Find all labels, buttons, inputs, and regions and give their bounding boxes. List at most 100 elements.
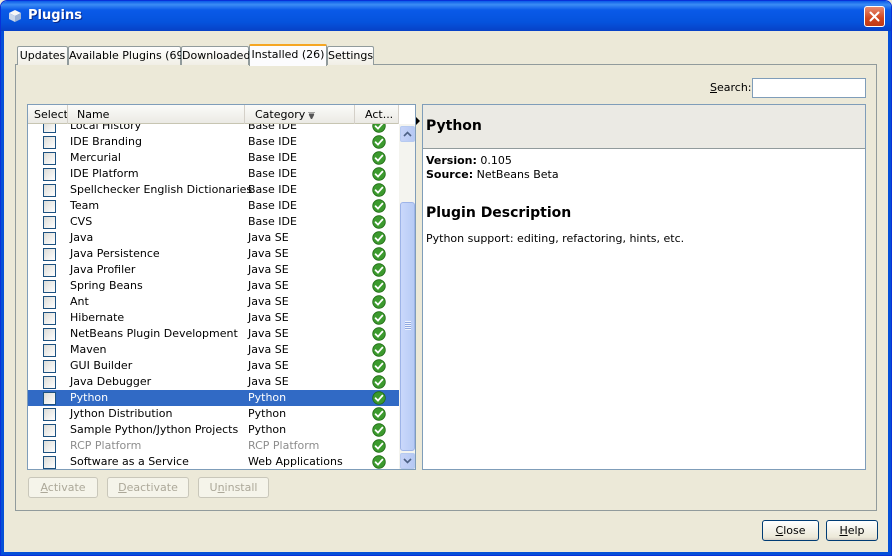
deactivate-button[interactable]: Deactivate xyxy=(107,477,189,498)
select-checkbox[interactable] xyxy=(43,456,56,469)
green-check-icon xyxy=(372,327,386,341)
plugin-name: Jython Distribution xyxy=(70,407,173,420)
plugin-category: Base IDE xyxy=(248,215,297,228)
plugin-category: Base IDE xyxy=(248,199,297,212)
select-checkbox[interactable] xyxy=(43,200,56,213)
plugin-name: RCP Platform xyxy=(70,439,142,452)
tab-downloaded[interactable]: Downloaded xyxy=(181,46,250,65)
green-check-icon xyxy=(372,391,386,405)
select-checkbox[interactable] xyxy=(43,152,56,165)
column-header-name[interactable]: Name xyxy=(68,105,245,124)
table-row[interactable]: Java Java SE xyxy=(28,230,399,246)
select-checkbox[interactable] xyxy=(43,124,56,133)
select-checkbox[interactable] xyxy=(43,280,56,293)
chevron-up-icon xyxy=(403,131,412,137)
select-checkbox[interactable] xyxy=(43,296,56,309)
scroll-thumb[interactable] xyxy=(400,202,415,451)
tab-available-plugins[interactable]: Available Plugins (69) xyxy=(68,46,188,65)
green-check-icon xyxy=(372,135,386,149)
select-checkbox[interactable] xyxy=(43,312,56,325)
select-checkbox[interactable] xyxy=(43,392,56,405)
green-check-icon xyxy=(372,151,386,165)
green-check-icon xyxy=(372,215,386,229)
column-header-active[interactable]: Act... xyxy=(355,105,399,124)
activate-button[interactable]: Activate xyxy=(28,477,98,498)
select-checkbox[interactable] xyxy=(43,264,56,277)
collapse-arrow-icon xyxy=(416,117,420,125)
column-header-select[interactable]: Select xyxy=(28,105,68,124)
select-checkbox[interactable] xyxy=(43,184,56,197)
green-check-icon xyxy=(372,295,386,309)
table-row[interactable]: IDE Branding Base IDE xyxy=(28,134,399,150)
plugin-detail-panel: Python Version: 0.105 Source: NetBeans B… xyxy=(422,104,866,470)
table-row[interactable]: Team Base IDE xyxy=(28,198,399,214)
select-checkbox[interactable] xyxy=(43,216,56,229)
title-bar[interactable]: Plugins xyxy=(1,1,891,31)
select-checkbox[interactable] xyxy=(43,408,56,421)
plugin-category: Java SE xyxy=(248,279,289,292)
plugin-name: Sample Python/Jython Projects xyxy=(70,423,239,436)
table-row[interactable]: Spellchecker English Dictionaries Base ID… xyxy=(28,182,399,198)
column-header-category[interactable]: Category xyxy=(245,105,355,124)
help-button[interactable]: Help xyxy=(826,520,878,541)
select-checkbox[interactable] xyxy=(43,440,56,453)
select-checkbox[interactable] xyxy=(43,328,56,341)
table-row[interactable]: Maven Java SE xyxy=(28,342,399,358)
uninstall-button[interactable]: Uninstall xyxy=(198,477,269,498)
table-row[interactable]: Mercurial Base IDE xyxy=(28,150,399,166)
select-checkbox[interactable] xyxy=(43,232,56,245)
tab-updates[interactable]: Updates xyxy=(17,46,68,65)
close-button[interactable]: Close xyxy=(762,520,819,541)
green-check-icon xyxy=(372,343,386,357)
plugin-category: Base IDE xyxy=(248,167,297,180)
table-row[interactable]: Ant Java SE xyxy=(28,294,399,310)
source-label: Source: xyxy=(426,168,474,181)
table-row[interactable]: Sample Python/Jython Projects Python xyxy=(28,422,399,438)
table-row[interactable]: Software as a Service Web Applications xyxy=(28,454,399,469)
table-row[interactable]: Spring Beans Java SE xyxy=(28,278,399,294)
table-row[interactable]: Java Debugger Java SE xyxy=(28,374,399,390)
table-row[interactable]: Local History Base IDE xyxy=(28,124,399,134)
table-row[interactable]: IDE Platform Base IDE xyxy=(28,166,399,182)
close-x-icon xyxy=(869,11,880,22)
select-checkbox[interactable] xyxy=(43,376,56,389)
table-row[interactable]: NetBeans Plugin Development Java SE xyxy=(28,326,399,342)
table-scrollbar[interactable] xyxy=(399,124,415,469)
plugin-name: Java xyxy=(70,231,94,244)
table-row[interactable]: CVS Base IDE xyxy=(28,214,399,230)
select-checkbox[interactable] xyxy=(43,344,56,357)
scroll-down-button[interactable] xyxy=(400,453,415,469)
table-row[interactable]: Java Profiler Java SE xyxy=(28,262,399,278)
window-close-button[interactable] xyxy=(864,6,885,27)
green-check-icon xyxy=(372,167,386,181)
select-checkbox[interactable] xyxy=(43,360,56,373)
plugin-category: Java SE xyxy=(248,231,289,244)
select-checkbox[interactable] xyxy=(43,136,56,149)
plugin-category: Base IDE xyxy=(248,135,297,148)
green-check-icon xyxy=(372,455,386,469)
plugin-category: Java SE xyxy=(248,263,289,276)
table-row[interactable]: Jython Distribution Python xyxy=(28,406,399,422)
table-row[interactable]: Hibernate Java SE xyxy=(28,310,399,326)
select-checkbox[interactable] xyxy=(43,424,56,437)
select-checkbox[interactable] xyxy=(43,168,56,181)
tab-settings[interactable]: Settings xyxy=(327,46,374,65)
tab-installed[interactable]: Installed (26) xyxy=(249,44,327,66)
description-heading: Plugin Description xyxy=(426,205,572,221)
plugin-category: Base IDE xyxy=(248,124,297,132)
table-row[interactable]: Python Python xyxy=(28,390,399,406)
window-frame xyxy=(1,31,4,555)
plugin-category: Python xyxy=(248,423,287,436)
select-checkbox[interactable] xyxy=(43,248,56,261)
green-check-icon xyxy=(372,263,386,277)
table-row[interactable]: Java Persistence Java SE xyxy=(28,246,399,262)
plugin-name: Ant xyxy=(70,295,89,308)
scroll-up-button[interactable] xyxy=(400,126,415,142)
table-row[interactable]: GUI Builder Java SE xyxy=(28,358,399,374)
plugin-category: RCP Platform xyxy=(248,439,320,452)
scroll-grip xyxy=(405,321,411,330)
table-row[interactable]: RCP Platform RCP Platform xyxy=(28,438,399,454)
green-check-icon xyxy=(372,311,386,325)
search-input[interactable] xyxy=(752,78,866,98)
table-rows: Local History Base IDE IDE Branding Base ID… xyxy=(28,124,399,469)
